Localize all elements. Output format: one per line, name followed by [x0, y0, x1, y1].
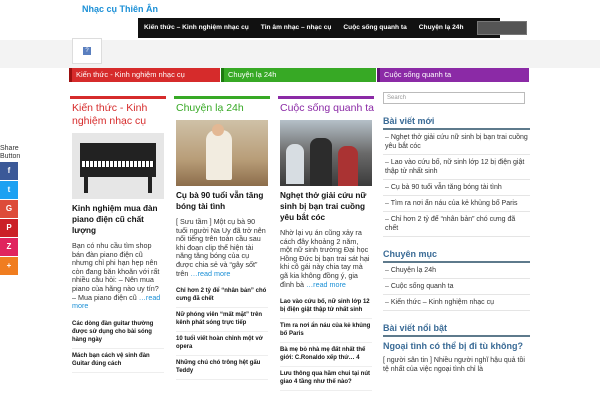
list-item[interactable]: Nữ phóng viên “mất mặt” trên kênh phát s… [176, 308, 268, 333]
recent-post-item[interactable]: – Chỉ hơn 2 tỷ để “nhân bản” chó cưng đã… [383, 212, 530, 237]
piano-leg [84, 177, 88, 193]
featured-post-title[interactable]: Ngoại tình có thể bị đi tù không? [383, 341, 530, 352]
featured-post-excerpt: [ người sân tin ] Nhiều người nghĩ hậu q… [383, 357, 525, 373]
post-excerpt: Nhờ lại vụ án cũng xảy ra cách đây khoản… [278, 223, 374, 289]
list-item[interactable]: Bà mẹ bỏ nhà mẹ đất nhất thế giới: C.Ron… [280, 343, 372, 368]
recent-post-item[interactable]: – Tìm ra nơi ẩn náu của kẻ khủng bố Pari… [383, 196, 530, 212]
piano-keys [82, 161, 154, 167]
twitter-share-button[interactable]: t [0, 181, 18, 199]
piano-leg [148, 177, 152, 193]
recent-posts-title: Bài viết mới [383, 116, 530, 130]
zing-icon: Z [6, 242, 12, 251]
sidebar: Search Bài viết mới – Nghẹt thở giải cứu… [383, 90, 530, 374]
post-excerpt: [ Sưu tầm ] Một cụ bà 90 tuổi người Na U… [174, 212, 270, 278]
pinterest-icon: P [6, 223, 12, 232]
column-heading[interactable]: Cuộc sống quanh ta [278, 99, 374, 118]
column-heading[interactable]: Kiến thức - Kinh nghiệm nhạc cụ [70, 99, 166, 131]
facebook-icon: f [7, 166, 11, 175]
read-more-link[interactable]: …read more [306, 280, 346, 289]
recent-post-label: Nghẹt thở giải cứu nữ sinh bị bạn trai c… [385, 134, 528, 150]
nav-item-chuyen-la[interactable]: Chuyện lạ 24h [413, 18, 470, 38]
list-item[interactable]: Mách bạn cách vệ sinh đàn Guitar đúng cá… [72, 349, 164, 373]
figure-shape [206, 130, 232, 180]
recent-post-label: Chỉ hơn 2 tỷ để “nhân bản” chó cưng đã c… [385, 216, 516, 232]
broken-image-icon: ? [83, 47, 91, 55]
share-label: Share Button [0, 145, 21, 160]
column-cuoc-song: Cuộc sống quanh ta Nghẹt thở giải cứu nữ… [278, 96, 374, 400]
share-sidebar: Share Button f t G P Z + [0, 145, 20, 275]
list-item[interactable]: Lao vào cứu bố, nữ sinh lớp 12 bị điện g… [280, 295, 372, 320]
recent-post-label: Tìm ra nơi ẩn náu của kẻ khủng bố Paris [390, 200, 518, 207]
post-title[interactable]: Nghẹt thở giải cứu nữ sinh bị bạn trai c… [278, 186, 374, 223]
post-title[interactable]: Kinh nghiệm mua đàn piano điện cũ chất l… [70, 199, 166, 236]
category-item[interactable]: – Cuộc sống quanh ta [383, 279, 530, 295]
related-list: Lao vào cứu bố, nữ sinh lớp 12 bị điện g… [278, 289, 374, 392]
categories-title: Chuyên mục [383, 249, 530, 263]
nav-search-input[interactable] [477, 21, 527, 35]
recent-post-label: Cụ bà 90 tuổi vẫn tăng bóng tài tình [390, 184, 502, 191]
zing-share-button[interactable]: Z [0, 238, 18, 256]
list-item[interactable]: 10 tuổi viết hoàn chỉnh một vở opera [176, 332, 268, 357]
category-item[interactable]: – Chuyện lạ 24h [383, 263, 530, 279]
list-item[interactable]: Lưu thông qua hầm chui tại nút giao 4 tầ… [280, 367, 372, 392]
featured-title: Bài viết nổi bật [383, 323, 530, 337]
person-shape [286, 144, 304, 184]
nav-item-cuoc-song[interactable]: Cuộc sống quanh ta [337, 18, 412, 38]
list-item[interactable]: Các dòng đàn guitar thường được sử dụng … [72, 317, 164, 349]
column-chuyen-la: Chuyện lạ 24h Cụ bà 90 tuổi vẫn tăng bón… [174, 96, 270, 400]
person-shape [338, 146, 358, 186]
more-icon: + [6, 261, 12, 270]
category-bar-kien-thuc[interactable]: Kiến thức - Kinh nghiệm nhạc cụ [69, 68, 220, 82]
category-label: Chuyện lạ 24h [390, 267, 436, 274]
piano-body [80, 143, 156, 177]
column-heading[interactable]: Chuyện lạ 24h [174, 99, 270, 118]
list-item[interactable]: Chỉ hơn 2 tỷ để “nhân bản” chó cưng đã c… [176, 284, 268, 309]
category-label: Kiến thức – Kinh nghiệm nhạc cụ [390, 299, 494, 306]
figure-head [212, 124, 224, 136]
google-plus-share-button[interactable]: G [0, 200, 18, 218]
person-shape [310, 138, 332, 186]
category-bar-cuoc-song[interactable]: Cuộc sống quanh ta [377, 68, 529, 82]
column-kien-thuc: Kiến thức - Kinh nghiệm nhạc cụ Kinh ngh… [70, 96, 166, 400]
main-navigation: Kiến thức – Kinh nghiệm nhạc cụ Tin âm n… [138, 18, 500, 38]
banner-image[interactable]: ? [72, 38, 102, 64]
list-item[interactable]: Những chú chó trông hệt gấu Teddy [176, 356, 268, 381]
more-share-button[interactable]: + [0, 257, 18, 275]
post-title[interactable]: Cụ bà 90 tuổi vẫn tăng bóng tài tình [174, 186, 270, 212]
related-list: Chỉ hơn 2 tỷ để “nhân bản” chó cưng đã c… [174, 278, 270, 381]
category-label: Cuộc sống quanh ta [390, 283, 454, 290]
list-item[interactable]: Tìm ra nơi ẩn náu của kẻ khủng bố Paris [280, 319, 372, 344]
nav-item-tin-am-nhac[interactable]: Tin âm nhạc – nhạc cụ [255, 18, 338, 38]
facebook-share-button[interactable]: f [0, 162, 18, 180]
google-plus-icon: G [5, 204, 13, 213]
site-title[interactable]: Nhạc cụ Thiên Ân [82, 4, 158, 14]
recent-post-item[interactable]: – Lao vào cứu bố, nữ sinh lớp 12 bị điện… [383, 155, 530, 180]
nav-item-kien-thuc[interactable]: Kiến thức – Kinh nghiệm nhạc cụ [138, 18, 255, 38]
recent-post-label: Lao vào cứu bố, nữ sinh lớp 12 bị điện g… [385, 159, 525, 175]
recent-post-item[interactable]: – Nghẹt thở giải cứu nữ sinh bị bạn trai… [383, 130, 530, 155]
post-thumbnail-piano[interactable] [72, 133, 164, 199]
post-thumbnail-crowd[interactable] [280, 120, 372, 186]
pinterest-share-button[interactable]: P [0, 219, 18, 237]
post-thumbnail-old-woman[interactable] [176, 120, 268, 186]
recent-post-item[interactable]: – Cụ bà 90 tuổi vẫn tăng bóng tài tình [383, 180, 530, 196]
read-more-link[interactable]: …read more [190, 269, 230, 278]
twitter-icon: t [7, 185, 11, 194]
post-excerpt: Bạn có nhu cầu tìm shop bán đàn piano đi… [70, 236, 166, 311]
sidebar-search-input[interactable]: Search [383, 92, 525, 104]
top-header: Nhạc cụ Thiên Ân Kiến thức – Kinh nghiệm… [0, 0, 600, 40]
category-bar-chuyen-la[interactable]: Chuyện lạ 24h [221, 68, 376, 82]
related-list: Các dòng đàn guitar thường được sử dụng … [70, 311, 166, 373]
category-item[interactable]: – Kiến thức – Kinh nghiệm nhạc cụ [383, 295, 530, 311]
